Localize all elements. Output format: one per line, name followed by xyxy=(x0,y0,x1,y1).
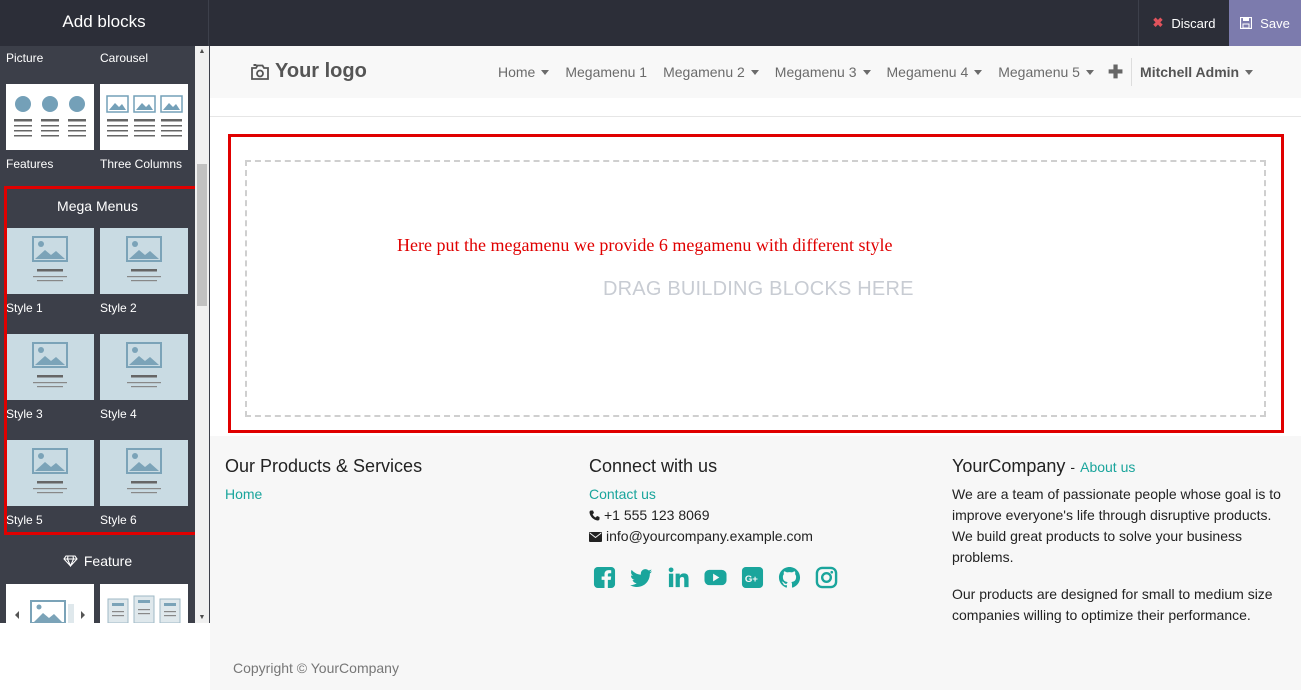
envelope-icon xyxy=(589,531,602,542)
user-menu[interactable]: Mitchell Admin xyxy=(1132,64,1261,80)
google-plus-icon[interactable]: G+ xyxy=(741,566,764,589)
caret-down-icon xyxy=(541,69,550,75)
footer-email: info@yourcompany.example.com xyxy=(589,526,813,547)
instagram-icon[interactable] xyxy=(815,566,838,589)
about-paragraph-2: Our products are designed for small to m… xyxy=(952,584,1297,626)
phone-text: +1 555 123 8069 xyxy=(604,507,710,523)
panel-title: Add blocks xyxy=(0,0,209,46)
about-line: improve everyone's life through disrupti… xyxy=(952,507,1272,523)
discard-button[interactable]: ✖ Discard xyxy=(1138,0,1229,46)
footer-link-about[interactable]: About us xyxy=(1080,459,1135,475)
caret-down-icon xyxy=(750,69,759,75)
site-navbar: Your logo Home Megamenu 1 Megamenu 2 Meg… xyxy=(210,46,1301,98)
snippet-label-features: Features xyxy=(6,157,54,171)
floppy-disk-icon xyxy=(1240,17,1253,29)
phone-icon xyxy=(589,510,600,521)
nav-item-label: Megamenu 1 xyxy=(565,64,648,80)
nav-item-label: Megamenu 5 xyxy=(998,64,1080,80)
footer-phone: +1 555 123 8069 xyxy=(589,505,710,526)
snippets-panel[interactable]: Picture Carousel Features Three Columns … xyxy=(0,46,210,623)
email-text: info@yourcompany.example.com xyxy=(606,528,813,544)
footer-link-home[interactable]: Home xyxy=(225,486,262,502)
nav-item-label: Megamenu 2 xyxy=(663,64,745,80)
add-menu-item-plus-icon[interactable]: ✚ xyxy=(1102,62,1131,83)
annotation-text: Here put the megamenu we provide 6 megam… xyxy=(397,235,893,255)
scrollbar-thumb[interactable] xyxy=(197,164,207,306)
caret-down-icon xyxy=(1245,69,1254,75)
scroll-up-arrow-icon[interactable]: ▲ xyxy=(195,48,209,55)
caret-down-icon xyxy=(862,69,871,75)
main-menu: Home Megamenu 1 Megamenu 2 Megamenu 3 Me… xyxy=(490,46,1261,98)
footer-link-contact[interactable]: Contact us xyxy=(589,486,656,502)
nav-item-home[interactable]: Home xyxy=(490,64,557,80)
footer-products-title: Our Products & Services xyxy=(225,456,423,476)
close-icon: ✖ xyxy=(1152,15,1164,30)
site-logo[interactable]: Your logo xyxy=(251,60,367,83)
feature-category: Feature xyxy=(0,553,195,569)
editor-top-bar: Add blocks ✖ Discard Save xyxy=(0,0,1301,46)
about-line: companies willing to optimize their perf… xyxy=(952,607,1251,623)
about-line: We build great products to solve your bu… xyxy=(952,528,1243,544)
feature-columns-thumb[interactable] xyxy=(100,584,188,623)
company-name: YourCompany xyxy=(952,456,1066,476)
features-preview-icon xyxy=(14,96,86,137)
snippet-label-three-columns: Three Columns xyxy=(100,157,183,171)
heading-separator: - xyxy=(1070,459,1076,475)
nav-item-megamenu-4[interactable]: Megamenu 4 xyxy=(879,64,991,80)
nav-item-label: Megamenu 4 xyxy=(886,64,969,80)
github-icon[interactable] xyxy=(778,566,801,589)
header-divider xyxy=(210,116,1301,117)
scroll-down-arrow-icon[interactable]: ▼ xyxy=(195,614,209,621)
sidebar-footer-space xyxy=(0,623,210,690)
caret-down-icon xyxy=(1085,69,1094,75)
facebook-icon[interactable] xyxy=(593,566,616,589)
about-line: Our products are designed for small to m… xyxy=(952,586,1273,602)
youtube-icon[interactable] xyxy=(704,566,727,589)
footer-connect-title: Connect with us xyxy=(589,456,718,476)
save-label: Save xyxy=(1260,15,1290,31)
about-line: We are a team of passionate people whose… xyxy=(952,486,1281,502)
website-preview: Your logo Home Megamenu 1 Megamenu 2 Meg… xyxy=(210,46,1301,690)
snippet-label-picture: Picture xyxy=(6,51,44,65)
about-paragraph-1: We are a team of passionate people whose… xyxy=(952,484,1297,568)
camera-icon xyxy=(251,63,269,80)
snippet-three-columns-thumb[interactable] xyxy=(100,84,188,150)
drop-zone-hint: DRAG BUILDING BLOCKS HERE xyxy=(603,278,914,300)
nav-item-label: Megamenu 3 xyxy=(774,64,857,80)
snippet-label-carousel: Carousel xyxy=(100,51,149,65)
feature-slider-thumb[interactable] xyxy=(6,584,94,623)
slider-preview-icon xyxy=(15,600,85,623)
save-button[interactable]: Save xyxy=(1229,0,1301,46)
nav-item-megamenu-1[interactable]: Megamenu 1 xyxy=(557,64,655,80)
mega-menus-highlight xyxy=(4,186,204,535)
footer-company-heading: YourCompany - About us xyxy=(952,456,1135,477)
sidebar-scrollbar[interactable]: ▲ ▼ xyxy=(195,46,209,623)
svg-text:G+: G+ xyxy=(745,574,758,585)
linkedin-icon[interactable] xyxy=(667,566,690,589)
three-columns-preview-icon xyxy=(106,95,183,137)
social-links: G+ xyxy=(593,566,838,589)
about-line: problems. xyxy=(952,549,1014,565)
copyright-text: Copyright © YourCompany xyxy=(233,660,399,676)
caret-down-icon xyxy=(974,69,983,75)
twitter-icon[interactable] xyxy=(630,566,653,589)
diamond-icon xyxy=(63,555,78,567)
site-footer: Our Products & Services Home Connect wit… xyxy=(210,436,1301,690)
nav-item-label: Home xyxy=(498,64,536,80)
snippet-features-thumb[interactable] xyxy=(6,84,94,150)
nav-item-megamenu-5[interactable]: Megamenu 5 xyxy=(990,64,1102,80)
logo-text: Your logo xyxy=(275,60,367,82)
discard-label: Discard xyxy=(1171,15,1216,31)
columns-preview-icon xyxy=(107,595,181,623)
feature-title: Feature xyxy=(83,553,133,569)
nav-item-megamenu-3[interactable]: Megamenu 3 xyxy=(767,64,879,80)
nav-item-megamenu-2[interactable]: Megamenu 2 xyxy=(655,64,767,80)
user-name: Mitchell Admin xyxy=(1140,64,1240,80)
